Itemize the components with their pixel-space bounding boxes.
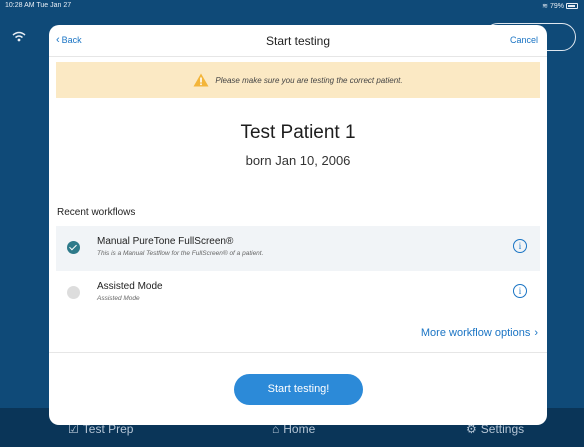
workflow-description: Assisted Mode xyxy=(97,295,140,302)
workflow-row[interactable]: Manual PureTone FullScreen® This is a Ma… xyxy=(56,226,540,271)
modal-nav-bar: ‹ Back Start testing Cancel xyxy=(49,25,547,57)
wifi-status-icon: ≋ xyxy=(542,3,548,10)
info-icon[interactable]: i xyxy=(513,284,527,298)
patient-birthdate: born Jan 10, 2006 xyxy=(245,153,351,168)
workflow-radio-checked[interactable] xyxy=(67,241,80,254)
status-bar: 10:28 AM Tue Jan 27 ≋ 79% xyxy=(0,0,584,12)
cancel-button[interactable]: Cancel xyxy=(510,35,538,45)
workflow-radio[interactable] xyxy=(67,286,80,299)
status-time: 10:28 AM Tue Jan 27 xyxy=(5,2,72,9)
divider xyxy=(49,352,547,353)
workflow-description: This is a Manual Testflow for the FullSc… xyxy=(97,250,264,257)
workflow-name: Manual PureTone FullScreen® xyxy=(97,236,234,247)
workflow-name: Assisted Mode xyxy=(97,281,163,292)
start-testing-button[interactable]: Start testing! xyxy=(234,374,363,405)
wifi-icon xyxy=(12,30,26,45)
patient-name: Test Patient 1 xyxy=(240,122,356,143)
battery-icon xyxy=(566,3,578,9)
info-icon[interactable]: i xyxy=(513,239,527,253)
recent-workflows-heading: Recent workflows xyxy=(57,207,136,218)
more-workflow-options-link[interactable]: More workflow options › xyxy=(421,327,538,339)
status-right: ≋ 79% xyxy=(542,2,578,10)
more-workflow-options-label: More workflow options xyxy=(420,327,531,339)
warning-text: Please make sure you are testing the cor… xyxy=(215,75,403,85)
workflow-row[interactable]: Assisted Mode Assisted Mode i xyxy=(56,271,540,316)
start-testing-modal: ‹ Back Start testing Cancel Please make … xyxy=(49,25,547,425)
battery-percent: 79% xyxy=(549,2,564,10)
chevron-right-icon: › xyxy=(534,327,538,339)
warning-banner: Please make sure you are testing the cor… xyxy=(56,62,540,98)
warning-icon xyxy=(193,73,209,87)
modal-title: Start testing xyxy=(265,34,331,48)
